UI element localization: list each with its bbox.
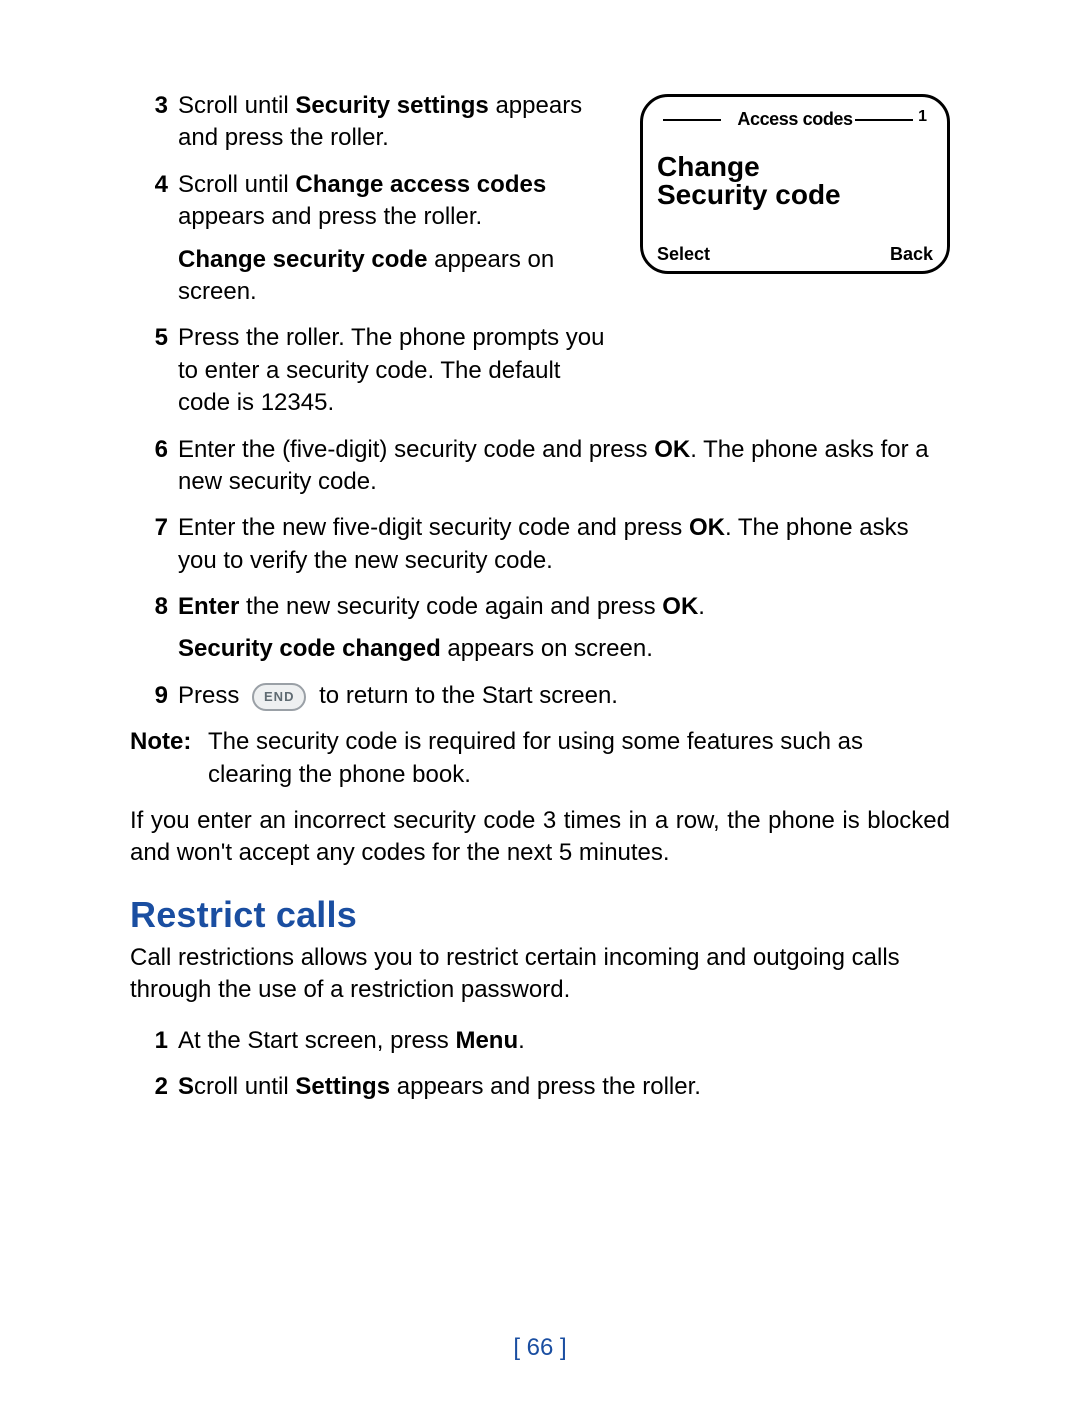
- list-item: 2Scroll until Settings appears and press…: [130, 1071, 950, 1103]
- bold-text: S: [178, 1073, 194, 1100]
- list-item: 7Enter the new five-digit security code …: [130, 512, 950, 577]
- bold-text: Change security code: [178, 246, 427, 273]
- top-row: 3Scroll until Security settings appears …: [130, 90, 950, 434]
- phone-main-option: Change Security code: [657, 153, 841, 209]
- list-item: 8Enter the new security code again and p…: [130, 591, 950, 666]
- section-heading-restrict-calls: Restrict calls: [130, 894, 950, 936]
- step-number: 4: [130, 169, 178, 201]
- step-body: At the Start screen, press Menu.: [178, 1025, 950, 1057]
- bold-text: Settings: [295, 1073, 390, 1100]
- step-number: 8: [130, 591, 178, 623]
- bold-text: Security settings: [295, 92, 488, 119]
- step-body: Scroll until Security settings appears a…: [178, 90, 610, 155]
- step-body: Scroll until Change access codes appears…: [178, 169, 610, 309]
- phone-menu-index: 1: [918, 108, 927, 126]
- phone-screen-illustration: Access codes 1 Change Security code Sele…: [640, 94, 950, 274]
- list-item: 3Scroll until Security settings appears …: [130, 90, 610, 155]
- step-body: Press the roller. The phone prompts you …: [178, 322, 610, 419]
- steps-group-c: 1At the Start screen, press Menu.2Scroll…: [130, 1025, 950, 1104]
- step-number: 6: [130, 434, 178, 466]
- phone-softkeys: Select Back: [657, 244, 933, 265]
- phone-main-line1: Change: [657, 153, 841, 181]
- bold-text: OK: [662, 593, 698, 620]
- bold-text: Change access codes: [295, 171, 546, 198]
- blocked-paragraph: If you enter an incorrect security code …: [130, 805, 950, 870]
- phone-frame: Access codes 1 Change Security code Sele…: [640, 94, 950, 274]
- step-number: 7: [130, 512, 178, 544]
- end-key-icon: END: [252, 683, 306, 711]
- note-block: Note: The security code is required for …: [130, 726, 950, 791]
- bold-text: Enter: [178, 593, 239, 620]
- steps-group-a: 3Scroll until Security settings appears …: [130, 90, 610, 434]
- list-item: 4Scroll until Change access codes appear…: [130, 169, 610, 309]
- phone-titlebar: Access codes 1: [657, 109, 933, 131]
- softkey-right: Back: [890, 244, 933, 265]
- list-item: 9Press END to return to the Start screen…: [130, 680, 950, 712]
- softkey-left: Select: [657, 244, 710, 265]
- step-number: 1: [130, 1025, 178, 1057]
- page-number: [ 66 ]: [0, 1334, 1080, 1362]
- step-body: Press END to return to the Start screen.: [178, 680, 950, 712]
- manual-page: 3Scroll until Security settings appears …: [0, 0, 1080, 1412]
- list-item: 6Enter the (five-digit) security code an…: [130, 434, 950, 499]
- step-number: 9: [130, 680, 178, 712]
- bold-text: OK: [654, 436, 690, 463]
- list-item: 1At the Start screen, press Menu.: [130, 1025, 950, 1057]
- step-number: 5: [130, 322, 178, 354]
- step-number: 2: [130, 1071, 178, 1103]
- note-body: The security code is required for using …: [208, 726, 950, 791]
- bold-text: Security code changed: [178, 635, 441, 662]
- restrict-intro: Call restrictions allows you to restrict…: [130, 942, 950, 1007]
- rule-right-icon: [855, 119, 913, 121]
- bold-text: OK: [689, 514, 725, 541]
- note-label: Note:: [130, 726, 208, 758]
- step-body: Enter the (five-digit) security code and…: [178, 434, 950, 499]
- step-number: 3: [130, 90, 178, 122]
- bold-text: Menu: [455, 1027, 518, 1054]
- phone-titlebar-label: Access codes: [731, 109, 858, 129]
- step-body: Enter the new five-digit security code a…: [178, 512, 950, 577]
- list-item: 5Press the roller. The phone prompts you…: [130, 322, 610, 419]
- step-body: Scroll until Settings appears and press …: [178, 1071, 950, 1103]
- steps-group-b: 6Enter the (five-digit) security code an…: [130, 434, 950, 713]
- step-body: Enter the new security code again and pr…: [178, 591, 950, 666]
- phone-main-line2: Security code: [657, 181, 841, 209]
